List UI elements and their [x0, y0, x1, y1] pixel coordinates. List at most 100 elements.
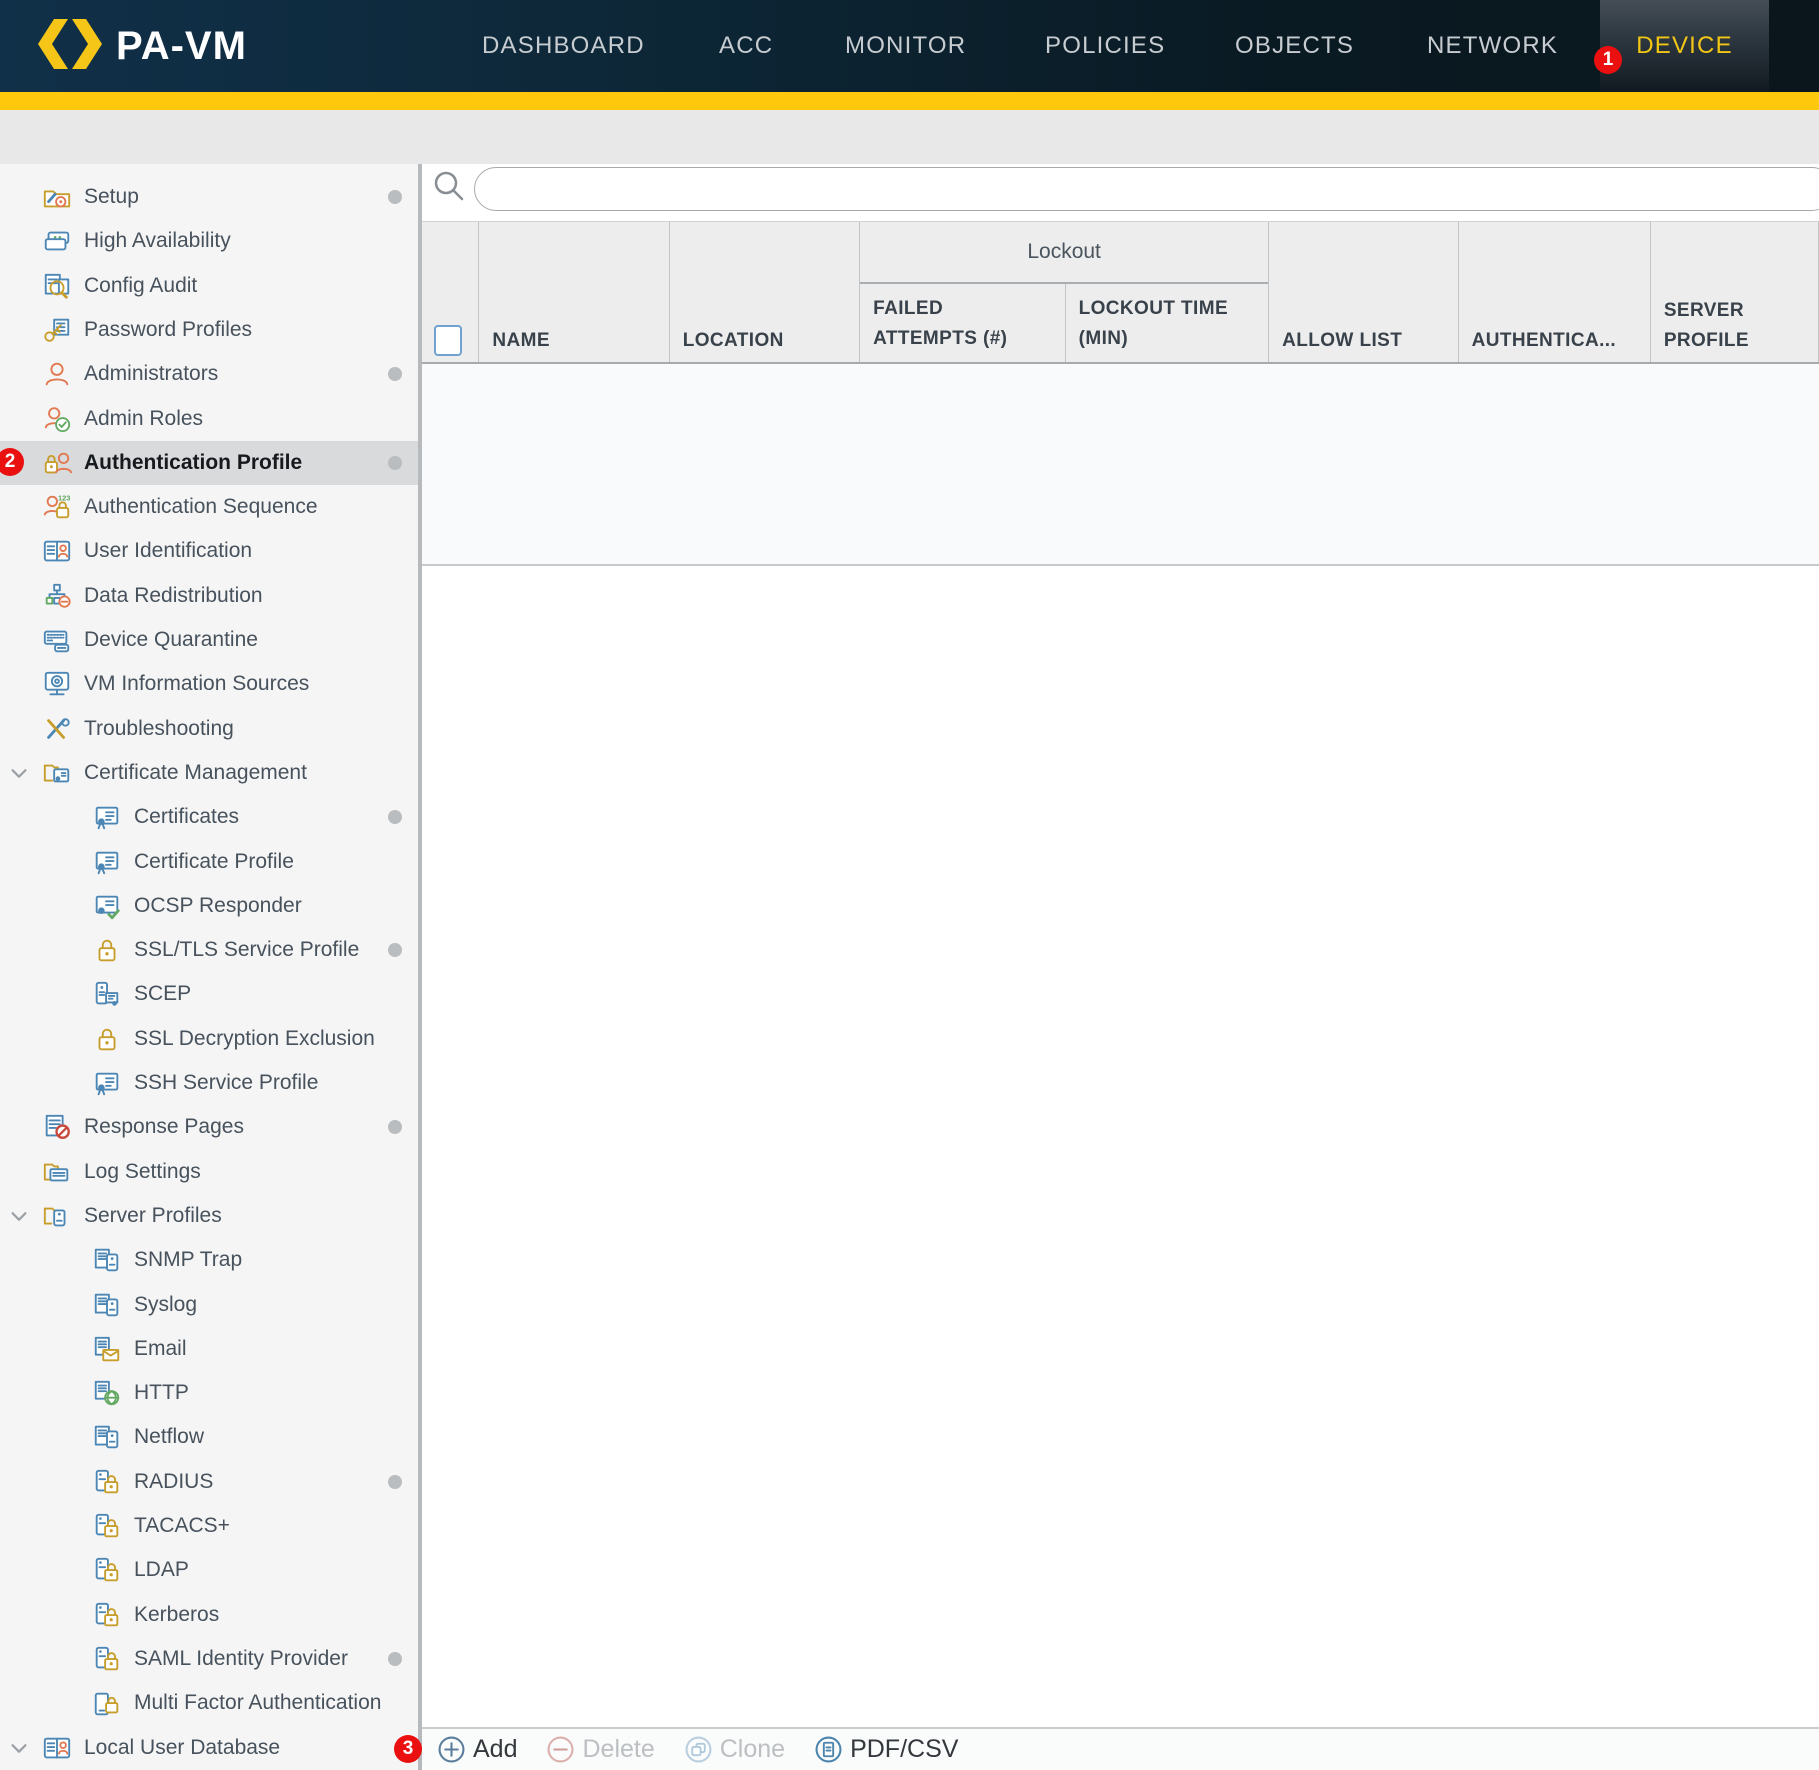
sidebar-item-multi-factor-authentication[interactable]: Multi Factor Authentication [0, 1681, 418, 1725]
sidebar-item-label: User Identification [84, 539, 252, 563]
sidebar-item-response-pages[interactable]: Response Pages [0, 1105, 418, 1149]
vm-information-sources-icon [42, 669, 72, 699]
tab-acc[interactable]: ACC [719, 0, 773, 92]
tab-objects[interactable]: OBJECTS [1235, 0, 1354, 92]
sidebar-item-label: Authentication Profile [84, 451, 302, 475]
annotation-badge-3: 3 [394, 1735, 422, 1763]
add-button[interactable]: Add [438, 1735, 517, 1764]
sidebar-item-label: SSL/TLS Service Profile [134, 938, 359, 962]
sidebar-item-data-redistribution[interactable]: Data Redistribution [0, 574, 418, 618]
sidebar-item-password-profiles[interactable]: Password Profiles [0, 308, 418, 352]
high-availability-icon [42, 226, 72, 256]
sidebar-item-troubleshooting[interactable]: Troubleshooting [0, 707, 418, 751]
sidebar-item-ocsp-responder[interactable]: OCSP Responder [0, 884, 418, 928]
chevron-down-icon[interactable] [8, 1205, 30, 1227]
sidebar-item-label: Local User Database [84, 1736, 280, 1760]
server-doc-icon [92, 1290, 122, 1320]
column-header-server-profile[interactable]: SERVERPROFILE [1651, 222, 1819, 364]
sidebar-item-setup[interactable]: Setup [0, 175, 418, 219]
minus-circle-icon [547, 1736, 574, 1763]
tab-monitor[interactable]: MONITOR [845, 0, 966, 92]
column-group-lockout: LockoutFAILEDATTEMPTS (#)LOCKOUT TIME(MI… [860, 222, 1269, 362]
sidebar-item-local-user-database[interactable]: Local User Database [0, 1726, 418, 1770]
sidebar-item-high-availability[interactable]: High Availability [0, 219, 418, 263]
palo-alto-logo-icon [38, 19, 102, 74]
certificate-management-icon [42, 758, 72, 788]
sidebar-item-email[interactable]: Email [0, 1327, 418, 1371]
column-header-location[interactable]: LOCATION [670, 222, 860, 364]
sidebar-item-log-settings[interactable]: Log Settings [0, 1150, 418, 1194]
search-icon [432, 169, 466, 203]
authentication-profile-icon [42, 448, 72, 478]
sidebar-item-scep[interactable]: SCEP [0, 972, 418, 1016]
column-header-failed-attempts[interactable]: FAILEDATTEMPTS (#) [860, 284, 1066, 362]
sidebar-item-device-quarantine[interactable]: Device Quarantine [0, 618, 418, 662]
certificate-icon [92, 802, 122, 832]
tab-device[interactable]: DEVICE [1600, 0, 1769, 92]
toolbar-button-label: Delete [582, 1735, 654, 1764]
log-settings-icon [42, 1157, 72, 1187]
sidebar-item-certificate-management[interactable]: Certificate Management [0, 751, 418, 795]
sidebar-item-netflow[interactable]: Netflow [0, 1415, 418, 1459]
brand-logo: PA-VM [38, 0, 247, 92]
column-header-allow-list[interactable]: ALLOW LIST [1269, 222, 1458, 364]
delete-button: Delete [547, 1735, 654, 1764]
config-audit-icon [42, 271, 72, 301]
sidebar-item-saml-identity-provider[interactable]: SAML Identity Provider [0, 1637, 418, 1681]
column-header-authentication[interactable]: AUTHENTICA... [1459, 222, 1651, 364]
tab-dashboard[interactable]: DASHBOARD [482, 0, 645, 92]
tab-policies[interactable]: POLICIES [1045, 0, 1165, 92]
sidebar-item-label: Syslog [134, 1293, 197, 1317]
scep-icon [92, 979, 122, 1009]
sidebar-item-admin-roles[interactable]: Admin Roles [0, 397, 418, 441]
sidebar-item-ssh-service-profile[interactable]: SSH Service Profile [0, 1061, 418, 1105]
sidebar-item-label: Troubleshooting [84, 717, 234, 741]
sidebar-item-http[interactable]: HTTP [0, 1371, 418, 1415]
administrator-icon [42, 359, 72, 389]
sidebar-item-certificate-profile[interactable]: Certificate Profile [0, 840, 418, 884]
sidebar-item-authentication-sequence[interactable]: 123Authentication Sequence [0, 485, 418, 529]
table-body-empty [422, 364, 1819, 566]
config-status-dot [388, 367, 402, 381]
sidebar-item-label: Kerberos [134, 1603, 219, 1627]
column-header-name[interactable]: NAME [479, 222, 669, 364]
sidebar-item-snmp-trap[interactable]: SNMP Trap [0, 1238, 418, 1282]
chevron-down-icon[interactable] [8, 762, 30, 784]
column-header-lockout-time[interactable]: LOCKOUT TIME(MIN) [1066, 284, 1269, 362]
sidebar-item-label: Authentication Sequence [84, 495, 318, 519]
sidebar-item-label: Certificate Management [84, 761, 307, 785]
sidebar-item-server-profiles[interactable]: Server Profiles [0, 1194, 418, 1238]
sidebar-item-user-identification[interactable]: User Identification [0, 529, 418, 573]
troubleshooting-icon [42, 714, 72, 744]
sidebar-item-vm-information-sources[interactable]: VM Information Sources [0, 662, 418, 706]
sidebar-item-tacacs[interactable]: TACACS+ [0, 1504, 418, 1548]
search-input[interactable] [474, 167, 1819, 211]
sidebar-item-authentication-profile[interactable]: Authentication Profile [0, 441, 418, 485]
admin-roles-icon [42, 404, 72, 434]
sidebar-item-label: Config Audit [84, 274, 197, 298]
config-status-dot [388, 943, 402, 957]
sidebar-item-ldap[interactable]: LDAP [0, 1548, 418, 1592]
sidebar-item-ssl-tls-service-profile[interactable]: SSL/TLS Service Profile [0, 928, 418, 972]
sidebar-item-syslog[interactable]: Syslog [0, 1283, 418, 1327]
http-icon [92, 1378, 122, 1408]
table-action-toolbar: AddDeleteClonePDF/CSV [422, 1727, 1819, 1770]
chevron-down-icon[interactable] [8, 1737, 30, 1759]
sidebar-item-radius[interactable]: RADIUS [0, 1460, 418, 1504]
sidebar-item-label: RADIUS [134, 1470, 213, 1494]
toolbar-button-label: Add [473, 1735, 517, 1764]
sidebar-item-ssl-decryption-exclusion[interactable]: SSL Decryption Exclusion [0, 1017, 418, 1061]
sidebar-item-label: Email [134, 1337, 187, 1361]
select-all-checkbox[interactable] [434, 325, 462, 356]
top-navigation-bar: PA-VM DASHBOARD ACC MONITOR POLICIES OBJECTS… [0, 0, 1819, 92]
sidebar-item-certificates[interactable]: Certificates [0, 795, 418, 839]
password-profiles-icon [42, 315, 72, 345]
sidebar-item-administrators[interactable]: Administrators [0, 352, 418, 396]
sidebar-item-label: High Availability [84, 229, 231, 253]
sidebar-item-label: SSH Service Profile [134, 1071, 318, 1095]
sidebar-item-kerberos[interactable]: Kerberos [0, 1593, 418, 1637]
tab-network[interactable]: NETWORK [1427, 0, 1558, 92]
pdf-csv-button[interactable]: PDF/CSV [815, 1735, 958, 1764]
sidebar-item-config-audit[interactable]: Config Audit [0, 264, 418, 308]
secondary-toolbar-band [0, 110, 1819, 164]
